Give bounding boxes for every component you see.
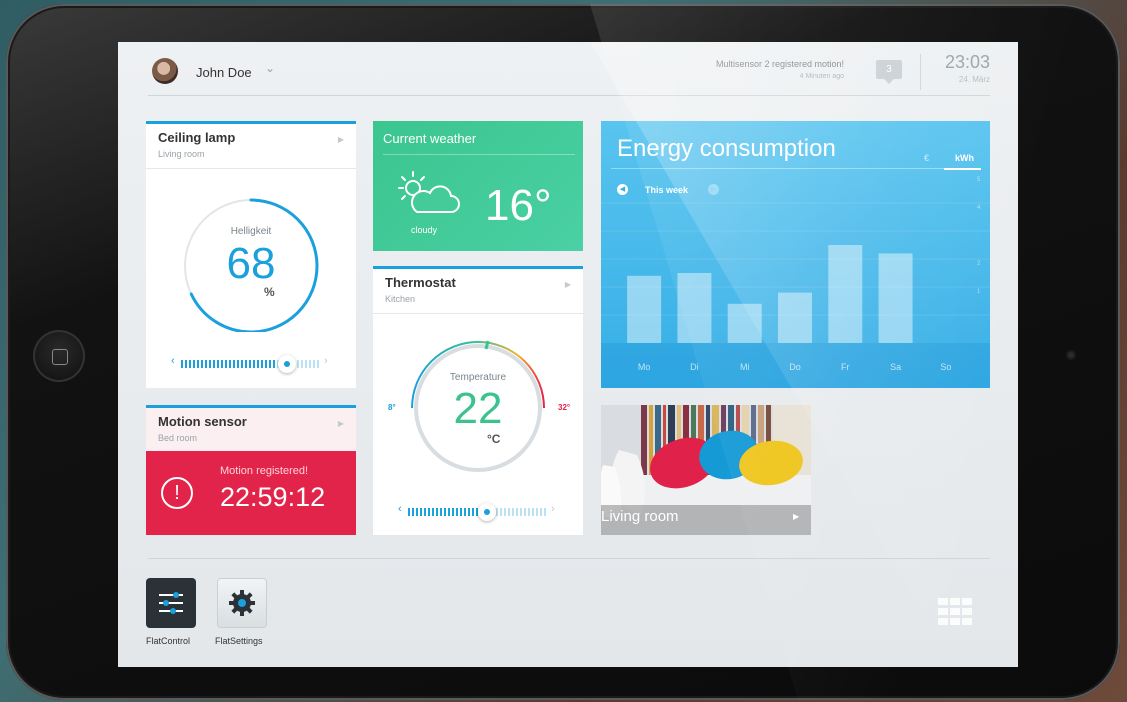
sliders-icon bbox=[159, 592, 183, 614]
chevron-right-icon[interactable]: ▶ bbox=[338, 135, 344, 144]
chevron-right-icon[interactable]: ▶ bbox=[338, 419, 344, 428]
x-tick-label: Do bbox=[789, 362, 801, 372]
weather-card[interactable]: Current weather 16° cloudy bbox=[373, 121, 583, 251]
chevron-right-icon[interactable]: ▶ bbox=[793, 512, 799, 521]
header-divider bbox=[920, 54, 921, 90]
home-button[interactable] bbox=[33, 330, 85, 382]
thermostat-card[interactable]: Thermostat Kitchen ▶ 8° 32° Temperature … bbox=[373, 266, 583, 535]
energy-bar-chart: 5 4 2 1 Mo Di Mi Do Fr Sa So bbox=[601, 177, 990, 372]
energy-card[interactable]: Energy consumption € kWh ◀ This week ▶ 5… bbox=[601, 121, 990, 388]
card-accent-bar bbox=[146, 121, 356, 124]
app-grid-icon[interactable] bbox=[938, 598, 972, 626]
motion-alert: ! Motion registered! 22:59:12 bbox=[146, 451, 356, 535]
chevron-right-icon[interactable]: ▶ bbox=[565, 280, 571, 289]
card-title: Motion sensor bbox=[158, 414, 247, 429]
avatar[interactable] bbox=[152, 58, 178, 84]
x-tick-label: So bbox=[940, 362, 951, 372]
dock-divider bbox=[148, 558, 990, 559]
card-accent-bar bbox=[146, 405, 356, 408]
app-label[interactable]: FlatControl bbox=[146, 636, 190, 646]
x-tick-label: Sa bbox=[890, 362, 901, 372]
chevron-left-icon[interactable]: ‹ bbox=[171, 355, 175, 367]
card-separator bbox=[373, 313, 583, 314]
dial-label: Helligkeit bbox=[230, 226, 272, 237]
x-tick-label: Mi bbox=[740, 362, 750, 372]
energy-bar-do[interactable] bbox=[778, 292, 812, 343]
card-separator bbox=[146, 168, 356, 169]
x-tick-label: Fr bbox=[841, 362, 850, 372]
y-tick-label: 2 bbox=[977, 261, 981, 267]
alert-text: Motion registered! bbox=[220, 465, 309, 477]
x-tick-label: Mo bbox=[638, 362, 651, 372]
weather-temperature: 16° bbox=[485, 181, 552, 230]
header-bar: John Doe ⌄ Multisensor 2 registered moti… bbox=[148, 52, 990, 96]
gear-icon bbox=[229, 590, 255, 616]
dial-label: Temperature bbox=[449, 372, 507, 383]
brightness-value: 68 bbox=[226, 239, 276, 288]
card-accent-bar bbox=[373, 266, 583, 269]
energy-bar-mo[interactable] bbox=[627, 275, 662, 343]
flatcontrol-app-icon[interactable] bbox=[146, 578, 196, 628]
card-room: Kitchen bbox=[385, 294, 416, 304]
app-label[interactable]: FlatSettings bbox=[215, 636, 263, 646]
energy-bar-sa[interactable] bbox=[878, 253, 913, 343]
brightness-slider-knob[interactable] bbox=[278, 355, 296, 373]
energy-bar-di[interactable] bbox=[677, 273, 712, 343]
energy-bar-fr[interactable] bbox=[828, 245, 863, 343]
alert-icon: ! bbox=[161, 477, 193, 509]
card-title: Thermostat bbox=[385, 275, 456, 290]
card-separator bbox=[383, 154, 575, 155]
card-title: Ceiling lamp bbox=[158, 130, 236, 145]
temperature-slider-knob[interactable] bbox=[478, 503, 496, 521]
chevron-right-icon[interactable]: › bbox=[551, 503, 555, 515]
flatsettings-app-icon[interactable] bbox=[217, 578, 267, 628]
temperature-value: 22 bbox=[453, 384, 503, 433]
y-tick-label: 5 bbox=[977, 177, 981, 183]
card-room: Living room bbox=[158, 149, 205, 159]
alert-time: 22:59:12 bbox=[220, 482, 326, 512]
temperature-unit: °C bbox=[487, 432, 501, 446]
brightness-slider-track[interactable] bbox=[181, 360, 321, 368]
weather-condition: cloudy bbox=[411, 225, 438, 235]
notification-text: Multisensor 2 registered motion! bbox=[715, 59, 844, 69]
x-tick-label: Di bbox=[690, 362, 699, 372]
partly-cloudy-icon bbox=[398, 171, 460, 213]
chevron-down-icon[interactable]: ⌄ bbox=[265, 61, 275, 75]
ceiling-lamp-card[interactable]: Ceiling lamp Living room ▶ Helligkeit 68… bbox=[146, 121, 356, 388]
y-tick-label: 1 bbox=[977, 289, 981, 295]
chevron-right-icon[interactable]: › bbox=[324, 355, 328, 367]
date: 24. März bbox=[958, 75, 990, 84]
brightness-unit: % bbox=[264, 285, 275, 299]
card-title: Current weather bbox=[383, 131, 477, 146]
notification-badge[interactable]: 3 bbox=[876, 60, 902, 84]
y-tick-label: 4 bbox=[977, 205, 981, 211]
card-room: Bed room bbox=[158, 433, 198, 443]
header-divider-line bbox=[148, 95, 990, 96]
motion-sensor-card[interactable]: Motion sensor Bed room ▶ ! Motion regist… bbox=[146, 405, 356, 535]
living-room-card[interactable]: Living room ▶ bbox=[601, 405, 811, 535]
screen: John Doe ⌄ Multisensor 2 registered moti… bbox=[118, 42, 1018, 667]
camera-lens bbox=[1066, 350, 1076, 360]
clock: 23:03 bbox=[944, 52, 990, 72]
energy-bar-mi[interactable] bbox=[727, 303, 762, 343]
notification-time: 4 Minuten ago bbox=[799, 73, 844, 80]
user-name[interactable]: John Doe bbox=[196, 65, 252, 80]
chevron-left-icon[interactable]: ‹ bbox=[398, 503, 402, 515]
card-title: Living room bbox=[601, 508, 679, 525]
